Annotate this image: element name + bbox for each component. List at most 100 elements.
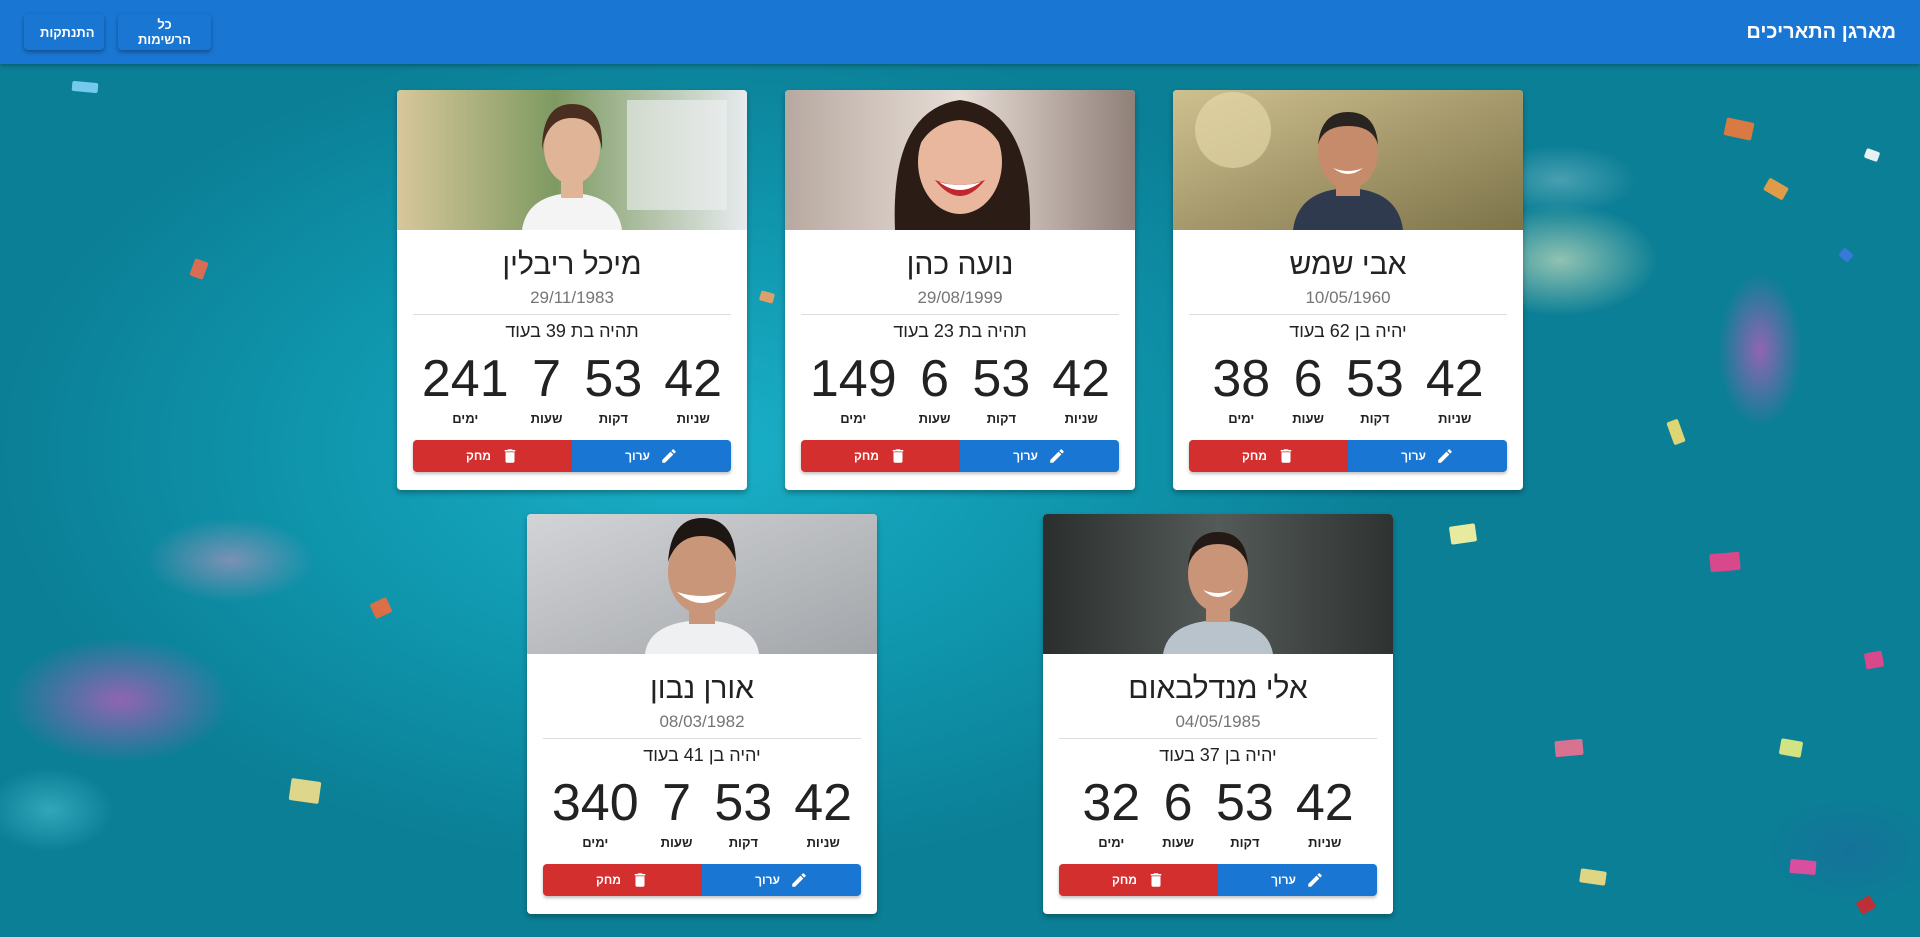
countdown-seconds: 42 שניות — [794, 775, 852, 850]
confetti-piece — [1838, 247, 1854, 263]
edit-button[interactable]: ערוך — [572, 440, 731, 472]
divider — [801, 314, 1119, 315]
edit-button[interactable]: ערוך — [702, 864, 861, 896]
all-lists-button[interactable]: כל הרשימות — [118, 14, 211, 50]
logout-button[interactable]: התנתקות — [24, 14, 104, 50]
delete-button[interactable]: מחק — [543, 864, 702, 896]
hours-value: 7 — [532, 350, 561, 408]
countdown-minutes: 53 דקות — [1216, 775, 1274, 850]
seconds-label: שניות — [806, 835, 840, 850]
person-photo — [785, 90, 1135, 230]
birthday-card: אורן נבון 08/03/1982 יהיה בן 41 בעוד 42 ש… — [527, 514, 877, 914]
countdown-days: 32 ימים — [1082, 775, 1140, 850]
confetti-piece — [1448, 523, 1478, 545]
delete-button[interactable]: מחק — [801, 440, 960, 472]
countdown-hours: 7 שעות — [661, 775, 693, 850]
person-name: מיכל ריבלין — [502, 248, 642, 281]
trash-icon — [1150, 873, 1162, 887]
days-value: 340 — [551, 774, 639, 832]
confetti-piece — [758, 290, 776, 304]
pencil-icon — [662, 449, 676, 463]
confetti-piece — [1762, 177, 1790, 201]
divider — [413, 314, 731, 315]
seconds-label: שניות — [1308, 835, 1342, 850]
trash-icon — [634, 873, 646, 887]
app-title: מארגן התאריכים — [1746, 20, 1896, 43]
person-name: אבי שמש — [1289, 248, 1407, 281]
birthday-card: אלי מנדלבאום 04/05/1985 יהיה בן 37 בעוד … — [1043, 514, 1393, 914]
days-value: 38 — [1212, 350, 1271, 408]
days-label: ימים — [582, 835, 609, 850]
person-photo — [1043, 514, 1393, 654]
countdown-hours: 6 שעות — [919, 351, 951, 426]
seconds-value: 42 — [1052, 350, 1111, 408]
hours-label: שעות — [1162, 835, 1194, 850]
confetti-piece — [1855, 894, 1877, 916]
confetti-piece — [1709, 551, 1741, 573]
countdown-seconds: 42 שניות — [664, 351, 722, 426]
birthday-card: נועה כהן 29/08/1999 תהיה בת 23 בעוד 42 שנ… — [785, 90, 1135, 490]
upcoming-age-text: תהיה בת 39 בעוד — [505, 321, 639, 341]
countdown-days: 38 ימים — [1212, 351, 1270, 426]
confetti-piece — [1554, 738, 1584, 758]
minutes-label: דקות — [1230, 835, 1260, 850]
confetti-piece — [189, 258, 209, 280]
minutes-value: 53 — [584, 350, 643, 408]
confetti-piece — [1723, 117, 1755, 141]
days-label: ימים — [1228, 411, 1255, 426]
hours-label: שעות — [1292, 411, 1324, 426]
countdown-minutes: 53 דקות — [584, 351, 642, 426]
person-name: אלי מנדלבאום — [1128, 672, 1308, 705]
countdown-hours: 6 שעות — [1162, 775, 1194, 850]
countdown-minutes: 53 דקות — [714, 775, 772, 850]
confetti-piece — [1863, 147, 1881, 163]
birth-date: 29/11/1983 — [530, 288, 614, 307]
hours-value: 7 — [662, 774, 691, 832]
days-value: 241 — [421, 350, 509, 408]
countdown-hours: 7 שעות — [531, 351, 563, 426]
hours-value: 6 — [1163, 774, 1193, 832]
pencil-icon — [792, 873, 806, 887]
confetti-piece — [1789, 858, 1817, 876]
delete-label: מחק — [854, 449, 879, 463]
seconds-label: שניות — [676, 411, 710, 426]
edit-button[interactable]: ערוך — [1348, 440, 1507, 472]
delete-button[interactable]: מחק — [1059, 864, 1218, 896]
countdown: 42 שניות 53 דקות 7 שעות 241 ימים — [397, 351, 747, 426]
edit-button[interactable]: ערוך — [1218, 864, 1377, 896]
card-actions: ערוך מחק — [1059, 864, 1377, 896]
confetti-piece — [369, 596, 393, 620]
countdown: 42 שניות 53 דקות 6 שעות 149 ימים — [785, 351, 1135, 426]
minutes-label: דקות — [598, 411, 629, 426]
delete-button[interactable]: מחק — [413, 440, 572, 472]
delete-label: מחק — [1112, 873, 1137, 887]
delete-label: מחק — [466, 449, 491, 463]
confetti-piece — [1666, 418, 1686, 446]
divider — [1189, 314, 1507, 315]
hours-value: 6 — [1293, 350, 1323, 408]
countdown-days: 149 ימים — [810, 351, 897, 426]
edit-button[interactable]: ערוך — [960, 440, 1119, 472]
delete-button[interactable]: מחק — [1189, 440, 1348, 472]
seconds-value: 42 — [1425, 350, 1484, 408]
countdown-minutes: 53 דקות — [972, 351, 1030, 426]
pencil-icon — [1438, 449, 1452, 463]
days-label: ימים — [840, 411, 867, 426]
countdown-days: 241 ימים — [422, 351, 509, 426]
hours-value: 6 — [920, 350, 949, 408]
card-actions: ערוך מחק — [801, 440, 1119, 472]
confetti-piece — [1778, 738, 1804, 758]
countdown: 42 שניות 53 דקות 6 שעות 32 ימים — [1043, 775, 1393, 850]
confetti-piece — [1863, 650, 1885, 670]
upcoming-age-text: יהיה בן 37 בעוד — [1159, 745, 1277, 765]
seconds-label: שניות — [1064, 411, 1098, 426]
delete-label: מחק — [596, 873, 621, 887]
divider — [1059, 738, 1377, 739]
person-photo — [397, 90, 747, 230]
birth-date: 29/08/1999 — [917, 288, 1003, 307]
confetti-piece — [288, 778, 322, 804]
delete-label: מחק — [1242, 449, 1267, 463]
days-value: 149 — [809, 350, 897, 408]
upcoming-age-text: תהיה בת 23 בעוד — [893, 321, 1027, 341]
edit-label: ערוך — [1401, 449, 1426, 463]
